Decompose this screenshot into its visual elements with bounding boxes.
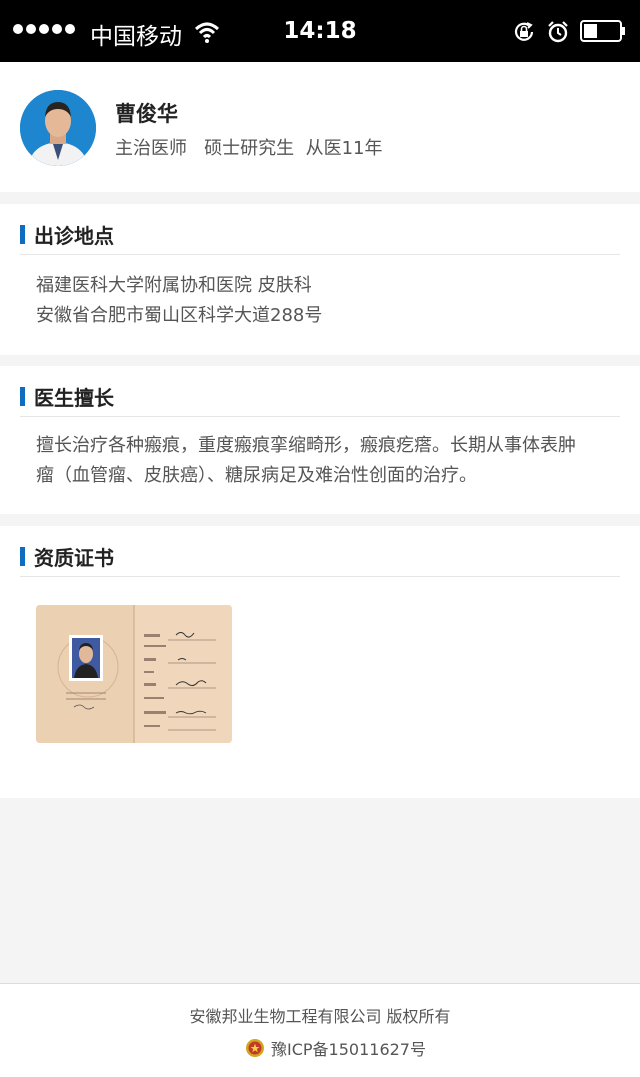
certificate-section: 资质证书 — [0, 526, 640, 798]
doctor-profile-card: 曹俊华 主治医师 硕士研究生 从医11年 — [0, 62, 640, 192]
icp-number: 豫ICP备15011627号 — [271, 1040, 426, 1059]
icp-license[interactable]: 豫ICP备15011627号 — [245, 1036, 426, 1060]
hospital-address: 安徽省合肥市蜀山区科学大道288号 — [36, 305, 323, 326]
section-title: 医生擅长 — [34, 386, 114, 410]
status-bar: 中国移动 14:18 — [0, 0, 640, 62]
clinic-location-section: 出诊地点 福建医科大学附属协和医院 皮肤科 安徽省合肥市蜀山区科学大道288号 — [0, 204, 640, 355]
specialty-description-line: 瘤（血管瘤、皮肤癌）、糖尿病足及难治性创面的治疗。 — [36, 465, 477, 486]
rotation-lock-icon — [514, 22, 534, 41]
specialty-description-line: 擅长治疗各种瘢痕，重度瘢痕挛缩畸形，瘢痕疙瘩。长期从事体表肿 — [36, 435, 576, 456]
section-header: 医生擅长 — [20, 378, 620, 417]
hospital-name: 福建医科大学附属协和医院 皮肤科 — [36, 275, 312, 296]
clock-time: 14:18 — [283, 18, 357, 44]
battery-icon — [580, 20, 625, 42]
specialty-section: 医生擅长 擅长治疗各种瘢痕，重度瘢痕挛缩畸形，瘢痕疙瘩。长期从事体表肿 瘤（血管… — [0, 366, 640, 514]
section-header: 资质证书 — [20, 538, 620, 577]
section-title: 资质证书 — [34, 546, 114, 570]
doctor-name: 曹俊华 — [115, 102, 178, 126]
section-header: 出诊地点 — [20, 216, 620, 255]
avatar — [20, 90, 96, 166]
section-title: 出诊地点 — [34, 224, 114, 248]
section-accent-bar — [20, 547, 25, 566]
section-accent-bar — [20, 387, 25, 406]
footer: 安徽邦业生物工程有限公司 版权所有 豫ICP备15011627号 — [0, 983, 640, 1077]
alarm-icon — [548, 21, 568, 43]
certificate-image[interactable] — [36, 605, 232, 743]
copyright-text: 安徽邦业生物工程有限公司 版权所有 — [189, 1007, 451, 1026]
section-accent-bar — [20, 225, 25, 244]
doctor-credentials: 主治医师 硕士研究生 从医11年 — [115, 138, 383, 159]
police-emblem-icon — [246, 1039, 264, 1057]
